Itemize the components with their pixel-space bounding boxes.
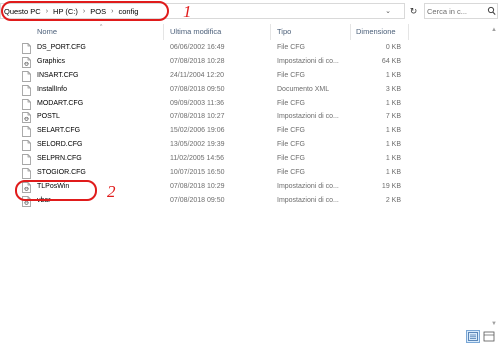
file-row[interactable]: INSART.CFG 24/11/2004 12:20 File CFG 1 KB	[0, 70, 480, 84]
large-icons-view-icon	[483, 331, 495, 342]
file-type: Impostazioni di co...	[277, 182, 339, 190]
file-type: File CFG	[277, 141, 305, 149]
file-icon	[22, 140, 31, 152]
file-name: SELART.CFG	[37, 127, 81, 135]
annotation-ellipse-file	[15, 180, 97, 201]
file-size: 1 KB	[385, 99, 401, 107]
large-icons-view-button[interactable]	[482, 330, 496, 343]
file-icon	[22, 43, 31, 54]
column-header-size[interactable]: Dimensione	[356, 27, 396, 36]
file-size: 0 KB	[385, 44, 401, 51]
column-header-row: ^ Nome Ultima modifica Tipo Dimensione	[0, 24, 500, 40]
file-type: File CFG	[277, 155, 305, 163]
details-view-icon	[468, 332, 478, 341]
column-divider[interactable]	[408, 24, 409, 40]
file-name: Graphics	[37, 57, 66, 65]
file-modified-date: 07/08/2018 09:50	[170, 85, 225, 93]
file-type: Impostazioni di co...	[277, 196, 339, 204]
file-type: File CFG	[277, 169, 305, 177]
file-row[interactable]: Graphics 07/08/2018 10:28 Impostazioni di …	[0, 56, 480, 70]
settings-file-icon	[22, 112, 31, 124]
file-name: DS_PORT.CFG	[37, 44, 86, 51]
file-row[interactable]: InstallInfo 07/08/2018 09:50 Documento XML…	[0, 84, 480, 98]
file-modified-date: 06/06/2002 16:49	[170, 44, 225, 51]
file-row[interactable]: MODART.CFG 09/09/2003 11:36 File CFG 1 KB	[0, 98, 480, 112]
search-input[interactable]	[427, 5, 485, 17]
file-modified-date: 24/11/2004 12:20	[170, 71, 224, 79]
column-divider[interactable]	[270, 24, 271, 40]
file-icon	[22, 70, 31, 82]
column-header-name[interactable]: Nome	[37, 27, 57, 36]
file-size: 7 KB	[385, 113, 401, 121]
file-size: 1 KB	[385, 71, 401, 79]
file-name: SELORD.CFG	[37, 141, 83, 149]
file-icon	[22, 84, 31, 96]
file-modified-date: 07/08/2018 10:27	[170, 113, 225, 121]
file-name: POSTL	[37, 113, 60, 121]
file-modified-date: 09/09/2003 11:36	[170, 99, 224, 107]
annotation-label-2: 2	[107, 182, 116, 201]
file-type: File CFG	[277, 71, 305, 79]
file-row[interactable]: STOGIOR.CFG 10/07/2015 16:50 File CFG 1 KB	[0, 167, 480, 181]
file-name: MODART.CFG	[37, 99, 84, 107]
file-row[interactable]: SELORD.CFG 13/05/2002 19:39 File CFG 1 KB	[0, 139, 480, 153]
column-divider[interactable]	[163, 24, 164, 40]
file-type: File CFG	[277, 44, 305, 51]
annotation-label-1: 1	[183, 2, 192, 21]
file-name: SELPRN.CFG	[37, 155, 82, 163]
file-modified-date: 11/02/2005 14:56	[170, 155, 224, 163]
file-icon	[22, 168, 31, 179]
file-row[interactable]: SELPRN.CFG 11/02/2005 14:56 File CFG 1 KB	[0, 153, 480, 167]
file-row[interactable]: SELART.CFG 15/02/2006 19:06 File CFG 1 KB	[0, 125, 480, 139]
file-type: File CFG	[277, 127, 305, 135]
file-name: STOGIOR.CFG	[37, 169, 86, 177]
search-box[interactable]	[424, 3, 498, 19]
file-name: INSART.CFG	[37, 71, 79, 79]
scroll-up-icon[interactable]: ▲	[489, 26, 499, 34]
file-modified-date: 07/08/2018 10:29	[170, 182, 225, 190]
file-modified-date: 10/07/2015 16:50	[170, 169, 225, 177]
file-type: Impostazioni di co...	[277, 57, 339, 65]
file-row[interactable]: POSTL 07/08/2018 10:27 Impostazioni di co.…	[0, 111, 480, 125]
refresh-icon[interactable]: ↻	[407, 3, 420, 19]
file-modified-date: 15/02/2006 19:06	[170, 127, 225, 135]
file-icon	[22, 126, 31, 138]
file-type: File CFG	[277, 99, 305, 107]
file-modified-date: 07/08/2018 10:28	[170, 57, 225, 65]
file-type: Impostazioni di co...	[277, 113, 339, 121]
sort-caret-icon: ^	[100, 24, 103, 30]
file-modified-date: 13/05/2002 19:39	[170, 141, 225, 149]
column-divider[interactable]	[350, 24, 351, 40]
scroll-down-icon[interactable]: ▼	[489, 320, 499, 328]
column-header-modified[interactable]: Ultima modifica	[170, 27, 221, 36]
vertical-scrollbar[interactable]	[488, 24, 500, 330]
file-row[interactable]: DS_PORT.CFG 06/06/2002 16:49 File CFG 0 KB	[0, 42, 480, 56]
file-icon	[22, 98, 31, 110]
details-view-button[interactable]	[466, 330, 480, 343]
file-size: 1 KB	[385, 141, 401, 149]
file-icon	[22, 154, 31, 165]
file-size: 19 KB	[381, 182, 401, 190]
file-name: InstallInfo	[37, 85, 67, 93]
file-type: Documento XML	[277, 85, 330, 93]
chevron-down-icon[interactable]: ⌄	[383, 4, 393, 18]
file-size: 1 KB	[385, 127, 401, 135]
file-size: 1 KB	[385, 155, 401, 163]
file-size: 3 KB	[385, 85, 401, 93]
file-size: 64 KB	[381, 57, 401, 65]
column-header-type[interactable]: Tipo	[277, 27, 291, 36]
annotation-ellipse-address	[1, 1, 169, 21]
file-modified-date: 07/08/2018 09:50	[170, 196, 225, 204]
file-size: 1 KB	[385, 169, 401, 177]
file-size: 2 KB	[385, 196, 401, 204]
search-icon[interactable]	[487, 5, 497, 17]
settings-file-icon	[22, 57, 31, 68]
